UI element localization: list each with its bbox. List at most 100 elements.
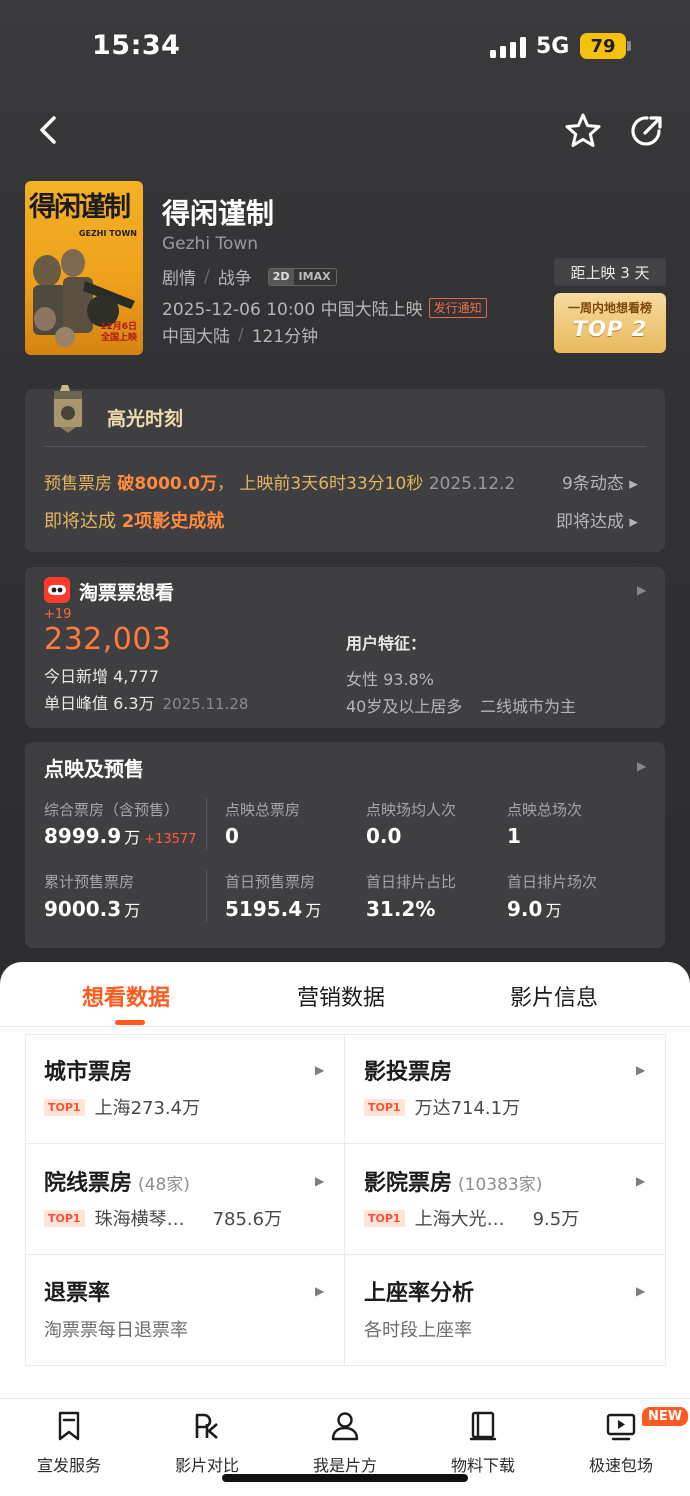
back-icon[interactable] [30,110,70,150]
cell-detail: TOP1 上海273.4万 [44,1094,200,1120]
tab-marketing-data[interactable]: 营销数据 [297,980,385,1012]
separator: / [204,266,210,287]
count: (48家) [138,1175,190,1195]
presale-milestone[interactable]: 预售票房 破8000.0万， 上映前3天6时33分10秒 2025.12.2 [44,469,515,494]
chevron-right-icon: ▶ [636,1284,646,1298]
peak-value: 单日峰值 6.3万 [44,694,155,713]
dynamics-link[interactable]: 9条动态 ▸ [562,469,638,494]
divider [206,870,207,922]
cell-name: 上海大光… [414,1209,505,1230]
want-today: 今日新增 4,777 [44,667,159,686]
peak-date: 2025.11.28 [162,695,249,713]
pk-icon [195,1413,218,1439]
nav-film-compare[interactable]: 影片对比 [147,1410,267,1476]
top1-badge: TOP1 [44,1209,85,1227]
occupancy-analysis-cell[interactable] [345,1255,665,1365]
tab-want-data[interactable]: 想看数据 [82,980,170,1012]
investor-box-office-cell[interactable] [345,1035,665,1143]
chevron-right-icon: ▶ [636,1174,646,1188]
nav-material-download[interactable]: 物料下载 [423,1410,543,1476]
region: 中国大陆 [162,327,230,347]
person-icon [331,1412,359,1441]
chain-box-office-cell[interactable] [25,1144,344,1254]
achievement-count: 2项影史成就 [121,511,225,532]
chevron-right-icon[interactable]: ▶ [637,583,646,597]
movie-title: 得闲谨制 [162,197,275,230]
stat-label: 首日预售票房 [225,873,316,891]
stat-label: 点映总票房 [225,801,301,819]
stat-value: 9.0 万 [507,897,561,921]
home-indicator[interactable] [222,1474,468,1482]
title-text: 影院票房 [364,1171,453,1196]
unit: 万 [124,901,141,920]
top1-badge: TOP1 [364,1209,405,1227]
achievement-link[interactable]: 即将达成 ▸ [556,507,638,532]
genre: 剧情 [162,269,196,289]
ranking-value: TOP 2 [572,317,648,341]
highlight-title: 高光时刻 [107,408,184,430]
milestone-label: 预售票房 [44,474,118,494]
release-date: 2025-12-06 10:00 中国大陆上映 [162,300,423,320]
nav-label: 宣发服务 [36,1456,101,1475]
chevron-right-icon: ▶ [315,1063,325,1077]
movie-title-en: Gezhi Town [162,234,259,254]
stat-value: 31.2% [366,897,436,921]
share-icon[interactable] [626,110,668,152]
stat-label: 首日排片场次 [507,873,598,891]
unit: 万 [124,828,141,847]
play-screen-icon [606,1413,636,1441]
separator: / [238,324,244,345]
tab-film-info[interactable]: 影片信息 [510,980,598,1012]
tab-indicator [115,1020,145,1025]
stat-label: 点映场均人次 [366,801,457,819]
chevron-right-icon: ▶ [315,1284,325,1298]
stat-label: 点映总场次 [507,801,583,819]
network-type: 5G [536,34,570,59]
cell-value: 9.5万 [532,1209,580,1230]
achievement-row[interactable]: 即将达成 2项影史成就 [44,507,224,533]
top1-badge: TOP1 [44,1098,85,1116]
ranking-badge[interactable]: 一周内地想看榜 TOP 2 [554,293,666,353]
stat-label: 累计预售票房 [44,873,135,891]
cell-detail: TOP1 上海大光… 9.5万 [364,1205,579,1231]
tab-divider [0,1026,690,1027]
region-duration: 中国大陆 / 121分钟 [162,322,318,348]
count: (10383家) [458,1175,543,1195]
nav-label: 极速包场 [588,1456,653,1475]
cinema-box-office-cell[interactable] [345,1144,665,1254]
want-title: 淘票票想看 [79,582,175,604]
chevron-right-icon: ▶ [636,1063,646,1077]
want-increment: +19 [44,607,72,622]
format-badge: 2D IMAX [267,267,337,286]
release-notice-button[interactable]: 发行通知 [428,297,487,318]
milestone-value: 破8000.0万 [117,474,218,494]
nav-publicity-service[interactable]: 宣发服务 [9,1410,129,1476]
nav-label: 影片对比 [174,1456,239,1475]
chevron-right-icon[interactable]: ▶ [637,759,646,773]
stat-value: 9000.3 万 [44,897,140,921]
star-icon[interactable] [562,110,604,152]
nav-producer[interactable]: 我是片方 [285,1410,405,1476]
refund-rate-cell[interactable] [25,1255,344,1365]
movie-poster[interactable]: 得闲谨制 GEZHI TOWN 12月6日 全国上映 [25,181,143,355]
release-info: 2025-12-06 10:00 中国大陆上映 发行通知 [162,295,487,320]
city-box-office-cell[interactable] [25,1035,344,1143]
cell-text: 上海273.4万 [94,1098,201,1119]
stat-value: 5195.4 万 [225,897,321,921]
ranking-label: 一周内地想看榜 [567,301,652,315]
unit: 万 [545,901,562,920]
nav-label: 物料下载 [450,1456,515,1475]
battery-icon: 79 [580,33,626,59]
unit: 万 [305,901,322,920]
cell-name: 珠海横琴… [94,1209,185,1230]
presale-title: 点映及预售 [44,757,144,781]
value: 5195.4 [225,897,303,921]
cell-title: 院线票房 (48家) [44,1165,190,1197]
divider [44,446,646,447]
stat-value: 0.0 [366,824,402,848]
poster-title: 得闲谨制 [29,192,131,223]
cell-text: 万达714.1万 [414,1098,521,1119]
cell-title: 影院票房 (10383家) [364,1165,542,1197]
status-time: 15:34 [92,30,181,61]
increment: +13577 [144,832,197,847]
